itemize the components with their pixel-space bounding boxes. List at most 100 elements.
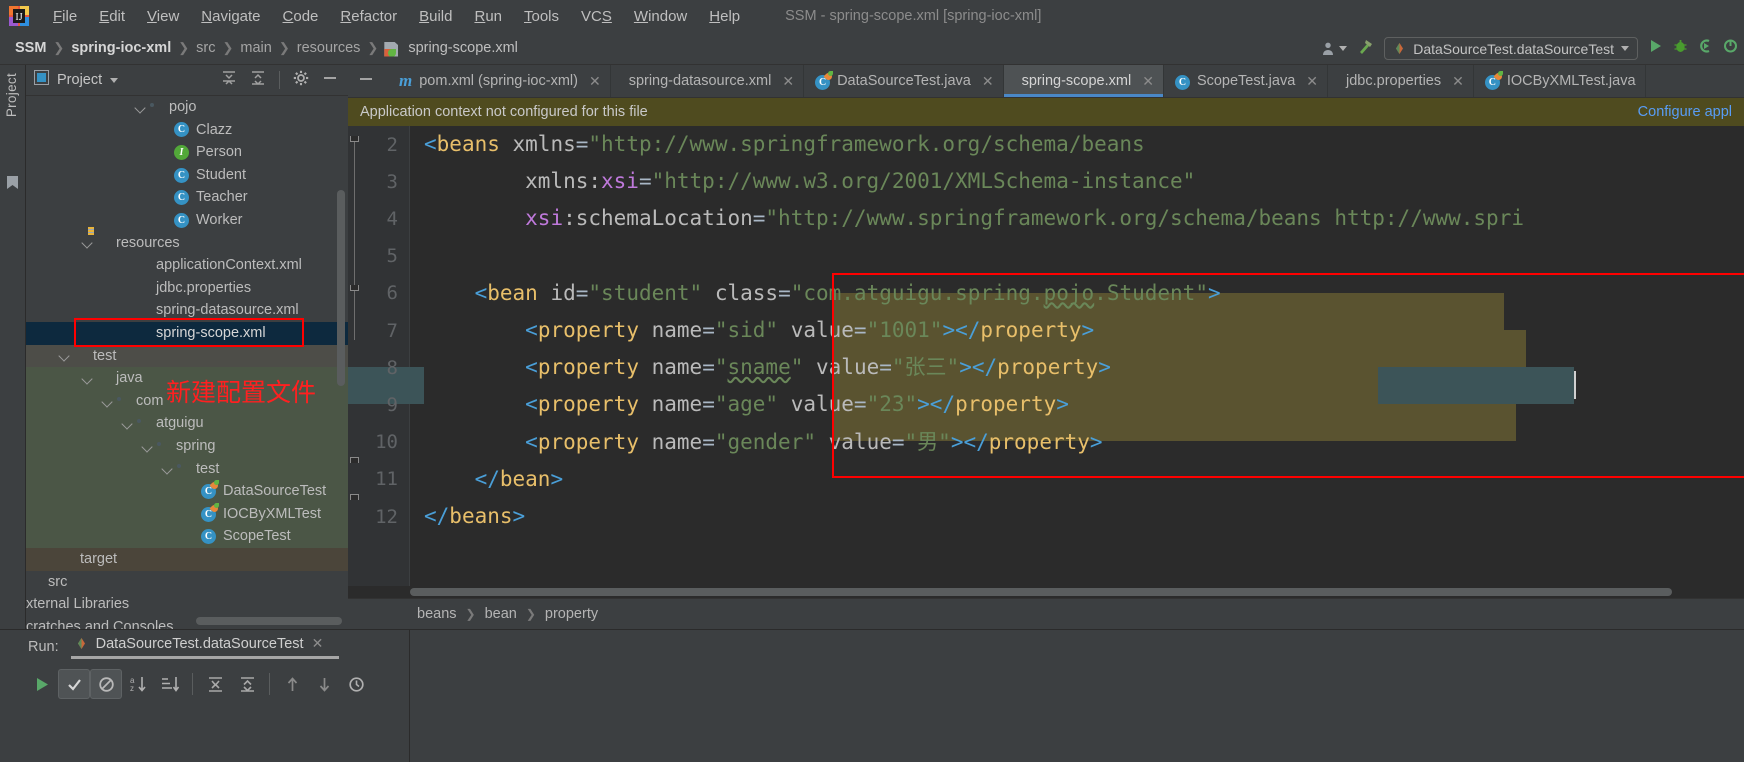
expand-all-icon[interactable]: [199, 669, 231, 699]
collapse-all-icon[interactable]: [221, 70, 237, 91]
tree-horizontal-scrollbar[interactable]: [196, 617, 342, 625]
chevron-down-icon[interactable]: [141, 440, 154, 453]
tree-node-teacher[interactable]: C Teacher: [26, 186, 348, 209]
chevron-down-icon[interactable]: [110, 77, 119, 83]
expand-icon[interactable]: [250, 70, 266, 91]
menu-refactor[interactable]: Refactor: [329, 5, 408, 28]
breadcrumb-project[interactable]: SSM: [10, 40, 51, 56]
user-profile-icon[interactable]: [1321, 41, 1348, 56]
minimize-icon[interactable]: [322, 70, 338, 91]
menu-help[interactable]: Help: [698, 5, 751, 28]
tree-node-scopetest[interactable]: C ScopeTest: [26, 525, 348, 548]
chevron-down-icon[interactable]: [134, 101, 147, 114]
menu-window[interactable]: Window: [623, 5, 698, 28]
menu-edit[interactable]: Edit: [88, 5, 136, 28]
tree-node-worker[interactable]: C Worker: [26, 209, 348, 232]
tab-pom-xml[interactable]: m pom.xml (spring-ioc-xml) ✕: [388, 65, 611, 97]
menu-code[interactable]: Code: [272, 5, 330, 28]
breadcrumb-bean[interactable]: bean: [480, 606, 522, 622]
close-icon[interactable]: ✕: [312, 635, 324, 652]
tab-iocbyxmltest-java[interactable]: C IOCByXMLTest.java: [1474, 65, 1646, 97]
run-configuration-selector[interactable]: DataSourceTest.dataSourceTest: [1384, 37, 1638, 60]
close-icon[interactable]: ✕: [1142, 73, 1154, 90]
minimize-icon[interactable]: [358, 71, 374, 92]
chevron-down-icon[interactable]: [58, 349, 71, 362]
tool-window-project-label[interactable]: Project: [4, 73, 19, 117]
breadcrumb-resources[interactable]: resources: [292, 40, 366, 56]
breadcrumb-src[interactable]: src: [191, 40, 220, 56]
tab-spring-datasource-xml[interactable]: spring-datasource.xml ✕: [611, 65, 805, 97]
menu-navigate[interactable]: Navigate: [190, 5, 271, 28]
close-icon[interactable]: ✕: [782, 73, 794, 90]
menu-vcs[interactable]: VCS: [570, 5, 623, 28]
tree-vertical-scrollbar[interactable]: [337, 190, 345, 386]
chevron-down-icon[interactable]: [81, 236, 94, 249]
hammer-build-icon[interactable]: [1357, 38, 1374, 60]
tab-label: jdbc.properties: [1346, 73, 1442, 89]
previous-failed-icon[interactable]: [276, 669, 308, 699]
rerun-icon[interactable]: [26, 669, 58, 699]
breadcrumb-property[interactable]: property: [540, 606, 603, 622]
tree-node-test-folder[interactable]: test: [26, 344, 348, 368]
collapse-all-icon[interactable]: [231, 669, 263, 699]
breadcrumb-beans[interactable]: beans: [412, 606, 462, 622]
tree-node-clazz[interactable]: C Clazz: [26, 119, 348, 142]
debug-bug-icon[interactable]: [1673, 38, 1688, 59]
menu-tools[interactable]: Tools: [513, 5, 570, 28]
tree-node-applicationcontext-xml[interactable]: applicationContext.xml: [26, 254, 348, 277]
profiler-icon[interactable]: [1723, 38, 1738, 59]
breadcrumb-main[interactable]: main: [235, 40, 276, 56]
tree-node-spring[interactable]: spring: [26, 435, 348, 458]
tree-node-resources[interactable]: resources: [26, 232, 348, 255]
next-failed-icon[interactable]: [308, 669, 340, 699]
close-icon[interactable]: ✕: [1306, 73, 1318, 90]
tree-node-iocbyxmltest[interactable]: C IOCByXMLTest: [26, 502, 348, 526]
close-icon[interactable]: ✕: [982, 73, 994, 90]
tree-node-person[interactable]: I Person: [26, 141, 348, 164]
tree-node-test-package[interactable]: test: [26, 457, 348, 481]
tree-node-spring-datasource-xml[interactable]: spring-datasource.xml: [26, 299, 348, 322]
chevron-down-icon[interactable]: [161, 462, 174, 475]
tree-node-jdbc-properties[interactable]: jdbc.properties: [26, 277, 348, 300]
tree-node-atguigu[interactable]: atguigu: [26, 412, 348, 435]
editor-horizontal-scrollbar[interactable]: [410, 588, 1672, 596]
menu-view[interactable]: View: [136, 5, 190, 28]
bookmark-icon[interactable]: [6, 175, 19, 195]
chevron-down-icon[interactable]: [1621, 46, 1629, 51]
close-icon[interactable]: ✕: [1452, 73, 1464, 90]
run-play-icon[interactable]: [1648, 38, 1663, 59]
tree-node-datasourcetest[interactable]: C DataSourceTest: [26, 479, 348, 503]
tree-node-src-module[interactable]: src: [26, 571, 348, 594]
tree-node-spring-scope-xml[interactable]: spring-scope.xml: [26, 322, 348, 345]
run-tab-datasourcetest[interactable]: DataSourceTest.dataSourceTest ✕: [70, 635, 340, 659]
menu-file[interactable]: File: [42, 5, 88, 28]
configure-application-context-link[interactable]: Configure appl: [1638, 104, 1732, 120]
breadcrumb-file[interactable]: spring-scope.xml: [403, 40, 523, 56]
run-with-coverage-icon[interactable]: [1698, 38, 1713, 59]
breadcrumb-module[interactable]: spring-ioc-xml: [66, 40, 176, 56]
history-icon[interactable]: [340, 669, 372, 699]
project-tree[interactable]: pojo C Clazz I Person C Student C Teache…: [26, 96, 348, 629]
chevron-down-icon[interactable]: [81, 372, 94, 385]
menu-run[interactable]: Run: [463, 5, 513, 28]
tree-node-external-libraries[interactable]: xternal Libraries: [26, 593, 348, 616]
close-icon[interactable]: ✕: [589, 73, 601, 90]
hide-ignored-icon[interactable]: [90, 669, 122, 699]
tab-datasourcetest-java[interactable]: C DataSourceTest.java ✕: [804, 65, 1004, 97]
menu-build[interactable]: Build: [408, 5, 463, 28]
tab-jdbc-properties[interactable]: jdbc.properties ✕: [1328, 65, 1474, 97]
tree-node-label: spring-scope.xml: [156, 325, 266, 342]
tab-scopetest-java[interactable]: C ScopeTest.java ✕: [1164, 65, 1329, 97]
run-config-label: DataSourceTest.dataSourceTest: [1413, 40, 1614, 57]
gear-icon[interactable]: [293, 70, 309, 91]
sort-alphabetically-icon[interactable]: a z: [122, 669, 154, 699]
tree-node-student[interactable]: C Student: [26, 164, 348, 187]
tree-node-target[interactable]: target: [26, 548, 348, 571]
chevron-down-icon[interactable]: [121, 417, 134, 430]
show-passed-icon[interactable]: [58, 669, 90, 699]
code-editor[interactable]: 2 <beans xmlns="http://www.springframewo…: [348, 126, 1744, 598]
sort-by-duration-icon[interactable]: [154, 669, 186, 699]
tab-spring-scope-xml[interactable]: spring-scope.xml ✕: [1003, 65, 1164, 97]
chevron-down-icon[interactable]: [101, 395, 114, 408]
tree-node-pojo[interactable]: pojo: [26, 96, 348, 119]
